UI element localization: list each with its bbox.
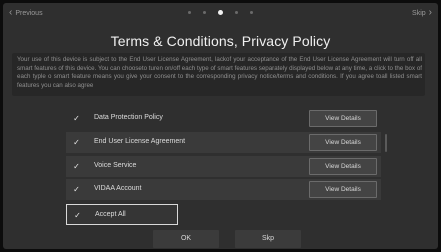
terms-text-box[interactable]: Your use of this device is subject to th… [12,53,425,96]
item-label: Data Protection Policy [94,114,163,121]
skip-nav-button[interactable]: Skip › [412,7,432,18]
top-bar: ‹ Previous Skip › [3,3,438,25]
item-row-eula[interactable]: ✓ End User License Agreement View Detail… [66,132,381,153]
page-dot [203,11,206,14]
ok-button[interactable]: OK [153,230,219,248]
checkmark-icon[interactable]: ✓ [72,162,81,171]
item-row-data-protection[interactable]: ✓ Data Protection Policy View Details [66,108,381,129]
item-row-voice-service[interactable]: ✓ Voice Service View Details [66,156,381,177]
view-details-button[interactable]: View Details [309,181,377,198]
page-dot-active [218,10,223,15]
page-dot [235,11,238,14]
item-label: Voice Service [94,162,137,169]
skip-label: Skip [412,9,426,17]
checkmark-icon[interactable]: ✓ [72,114,81,123]
view-details-button[interactable]: View Details [309,110,377,127]
page-dot [188,11,191,14]
page-title: Terms & Conditions, Privacy Policy [110,33,331,49]
page-dot [250,11,253,14]
item-label: VIDAA Account [94,185,142,192]
pagination-dots [3,10,438,15]
item-label: End User License Agreement [94,138,186,145]
view-details-button[interactable]: View Details [309,134,377,151]
checkmark-icon[interactable]: ✓ [72,185,81,194]
chevron-right-icon: › [428,7,432,18]
accept-all-row[interactable]: ✓ Accept All [66,204,178,225]
list-scrollbar[interactable] [385,134,387,152]
accept-all-label: Accept All [95,211,126,218]
terms-text: Your use of this device is subject to th… [17,56,422,89]
terms-dialog: ‹ Previous Skip › Terms & Conditions, Pr… [3,3,438,249]
checkmark-icon[interactable]: ✓ [73,211,82,220]
item-row-vidaa-account[interactable]: ✓ VIDAA Account View Details [66,179,381,200]
skip-button[interactable]: Skp [235,230,301,248]
view-details-button[interactable]: View Details [309,158,377,175]
checkmark-icon[interactable]: ✓ [72,138,81,147]
